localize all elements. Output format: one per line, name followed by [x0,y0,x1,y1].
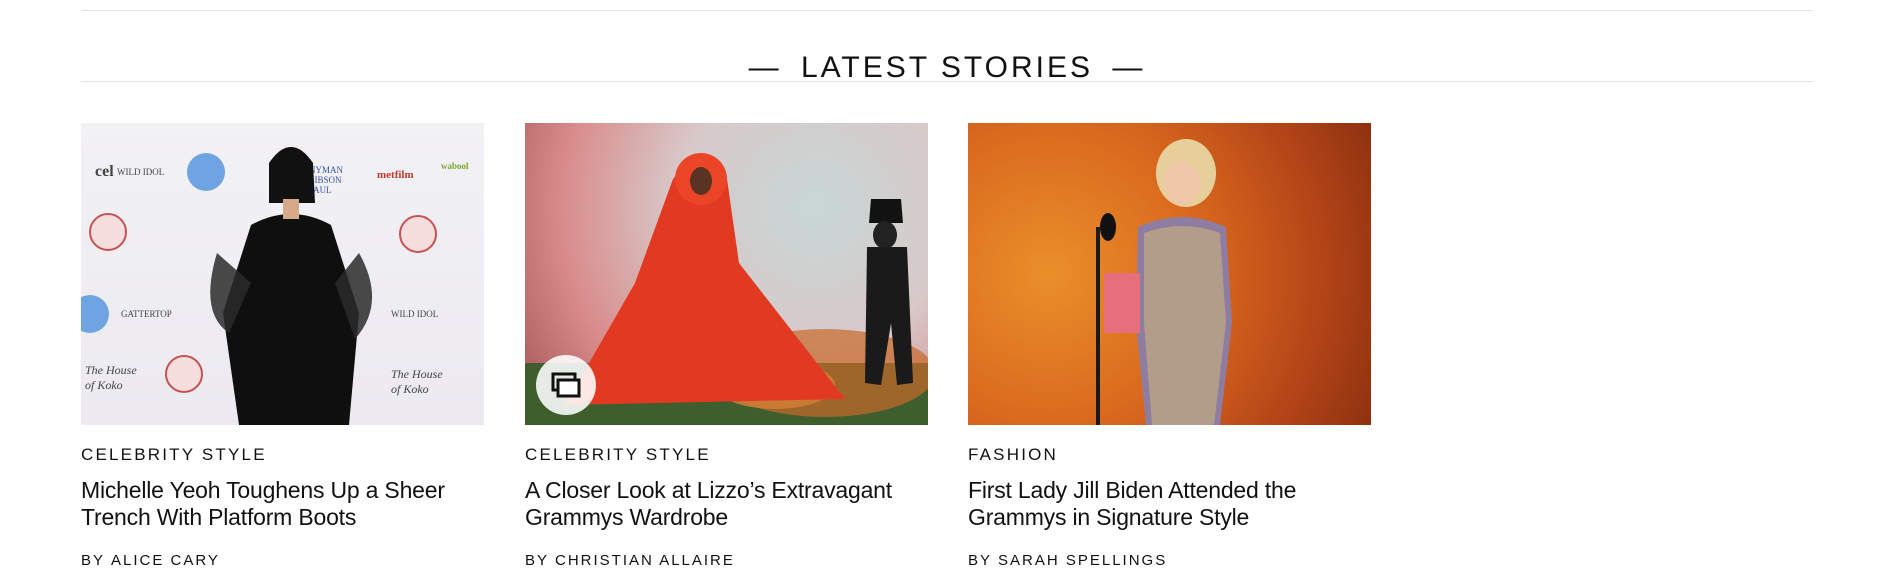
photo-scene [1096,139,1232,425]
gallery-badge[interactable] [536,355,596,415]
critics-seal [165,355,203,393]
backdrop-logo: WILD IDOL [391,309,439,319]
section-title-text: LATEST STORIES [800,50,1094,84]
author-link[interactable]: ALICE CARY [111,552,220,569]
story-thumbnail[interactable]: cel WILD IDOL NYMAN LIBSON PAUL metfilm … [81,123,484,425]
story-card: CELEBRITY STYLE A Closer Look at Lizzo’s… [525,123,928,571]
story-category[interactable]: CELEBRITY STYLE [525,445,928,465]
story-thumbnail[interactable] [968,123,1371,425]
story-byline: BY ALICE CARY [81,551,484,571]
backdrop-logo: wabool [441,161,469,171]
critics-seal [399,215,437,253]
story-headline[interactable]: A Closer Look at Lizzo’s Extravagant Gra… [525,477,928,531]
backdrop-logo: WILD IDOL [117,167,165,177]
portrait-figure [210,147,373,425]
story-card: FASHION First Lady Jill Biden Attended t… [968,123,1371,571]
story-category[interactable]: CELEBRITY STYLE [81,445,484,465]
byline-prefix: BY [81,552,106,569]
byline-prefix: BY [525,552,550,569]
backdrop-logo: cel [95,163,114,180]
story-headline[interactable]: Michelle Yeoh Toughens Up a Sheer Trench… [81,477,484,531]
backdrop-logo: metfilm [377,169,414,181]
top-divider [81,10,1813,11]
story-byline: BY CHRISTIAN ALLAIRE [525,551,928,571]
story-thumbnail[interactable] [525,123,928,425]
story-card: cel WILD IDOL NYMAN LIBSON PAUL metfilm … [81,123,484,571]
gallery-icon [551,372,581,398]
bottom-divider [81,81,1813,82]
backdrop-logo: GATTERTOP [121,309,172,319]
byline-prefix: BY [968,552,993,569]
latest-stories-section: — LATEST STORIES — cel WILD IDOL NYMAN L… [81,0,1813,576]
title-dash-left: — [748,50,782,84]
story-byline: BY SARAH SPELLINGS [968,551,1371,571]
story-headline[interactable]: First Lady Jill Biden Attended the Gramm… [968,477,1371,531]
backdrop-logo: The House of Koko [85,363,137,392]
author-link[interactable]: CHRISTIAN ALLAIRE [555,552,735,569]
backdrop-logo-circle [81,295,109,333]
story-category[interactable]: FASHION [968,445,1371,465]
critics-seal [89,213,127,251]
author-link[interactable]: SARAH SPELLINGS [998,552,1167,569]
section-title: — LATEST STORIES — [81,47,1813,89]
backdrop-logo: The House of Koko [391,367,443,396]
title-dash-right: — [1112,50,1146,84]
